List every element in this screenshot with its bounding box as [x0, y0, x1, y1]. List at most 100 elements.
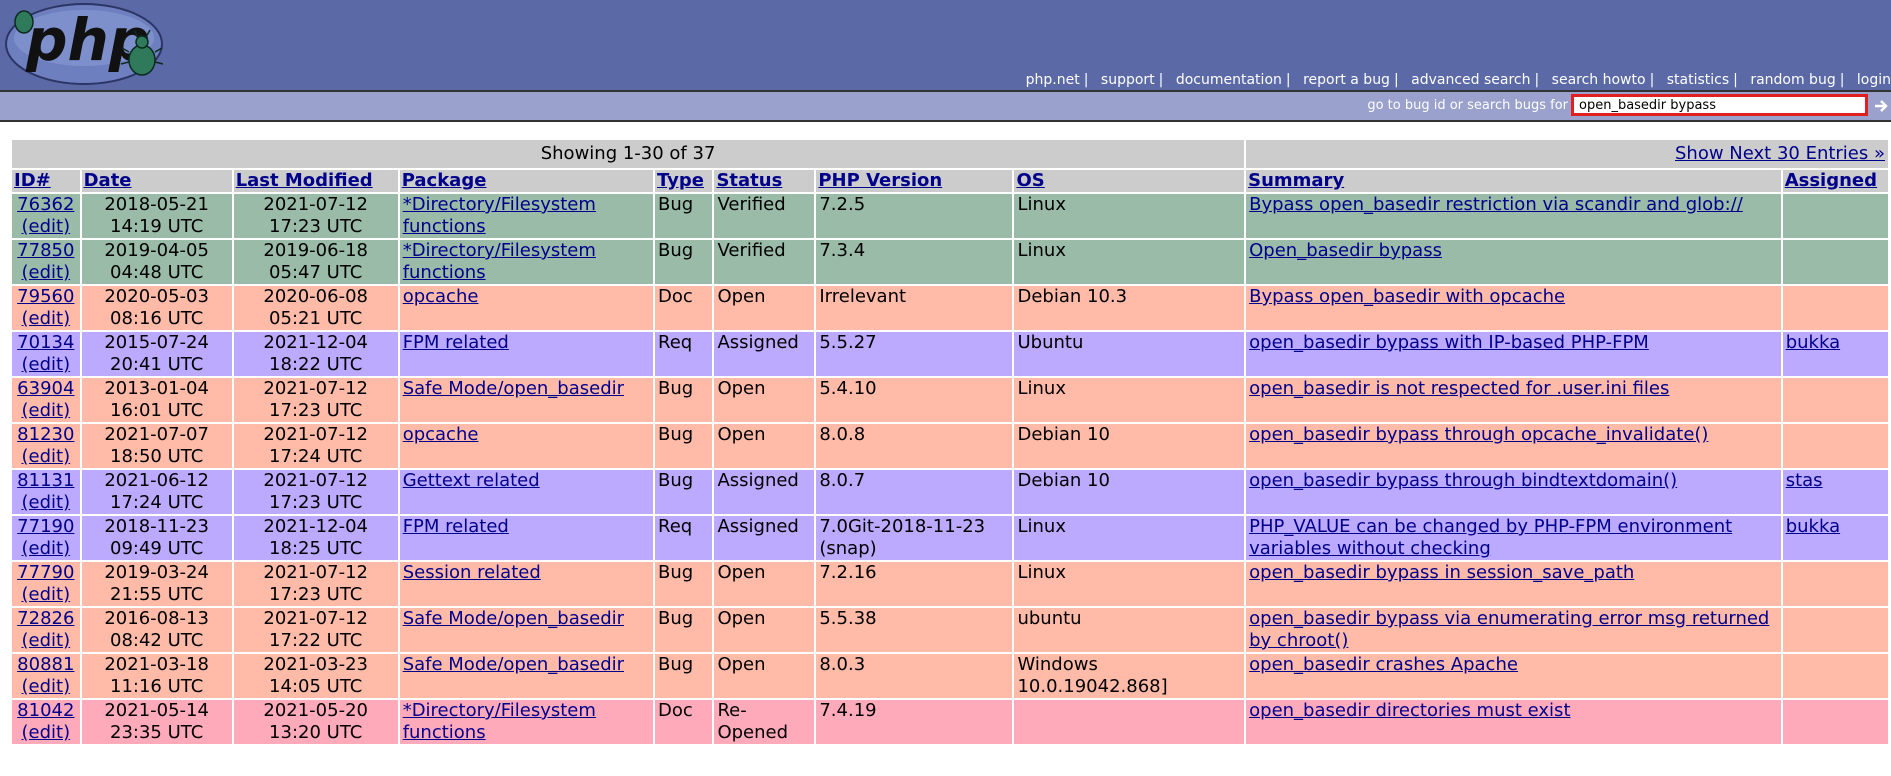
table-cell: Verified: [714, 194, 815, 238]
edit-link[interactable]: (edit): [22, 308, 71, 329]
last-modified-time-value: 05:47 UTC: [269, 262, 363, 283]
bug-id-link[interactable]: 81131: [17, 470, 74, 491]
package-link[interactable]: Safe Mode/open_basedir: [403, 378, 624, 399]
date-value: 2020-05-03: [104, 286, 209, 307]
table-cell: 2021-07-12 17:23 UTC: [233, 562, 398, 606]
bug-id-link[interactable]: 79560: [17, 286, 74, 307]
os-value: Debian 10: [1017, 424, 1110, 445]
edit-link[interactable]: (edit): [22, 538, 71, 559]
sort-php-version-link[interactable]: PHP Version: [818, 170, 942, 191]
nav-login[interactable]: login: [1857, 72, 1891, 88]
summary-link[interactable]: Open_basedir bypass: [1249, 240, 1442, 261]
date-time-value: 04:48 UTC: [110, 262, 204, 283]
sort-status-link[interactable]: Status: [716, 170, 782, 191]
nav-report-a-bug[interactable]: report a bug: [1303, 72, 1390, 88]
edit-link[interactable]: (edit): [22, 446, 71, 467]
edit-link[interactable]: (edit): [22, 676, 71, 697]
summary-link[interactable]: open_basedir bypass through bindtextdoma…: [1249, 470, 1677, 491]
edit-link[interactable]: (edit): [22, 492, 71, 513]
bug-id-link[interactable]: 77790: [17, 562, 74, 583]
bug-id-link[interactable]: 81042: [17, 700, 74, 721]
assigned-link[interactable]: bukka: [1786, 332, 1840, 353]
sort-summary-link[interactable]: Summary: [1248, 170, 1344, 191]
table-cell: 2021-07-12 17:22 UTC: [233, 608, 398, 652]
nav-separator: |: [1534, 72, 1540, 88]
edit-link[interactable]: (edit): [22, 262, 71, 283]
package-link[interactable]: *Directory/Filesystem functions: [403, 240, 596, 283]
package-link[interactable]: *Directory/Filesystem functions: [403, 194, 596, 237]
type-value: Bug: [658, 562, 694, 583]
search-input[interactable]: [1571, 94, 1868, 116]
sort-last-modified-link[interactable]: Last Modified: [236, 170, 373, 191]
nav-php-net[interactable]: php.net: [1026, 72, 1080, 88]
last-modified-value: 2021-12-04: [263, 516, 368, 537]
sort-assigned-link[interactable]: Assigned: [1785, 170, 1877, 191]
last-modified-time-value: 17:24 UTC: [269, 446, 363, 467]
last-modified-value: 2021-07-12: [263, 562, 368, 583]
date-time-value: 14:19 UTC: [110, 216, 204, 237]
table-cell: 2021-06-12 17:24 UTC: [81, 470, 232, 514]
nav-search-howto[interactable]: search howto: [1552, 72, 1646, 88]
assigned-link[interactable]: bukka: [1786, 516, 1840, 537]
summary-link[interactable]: open_basedir bypass via enumerating erro…: [1249, 608, 1769, 651]
package-link[interactable]: FPM related: [403, 516, 509, 537]
bug-id-link[interactable]: 70134: [17, 332, 74, 353]
bug-id-link[interactable]: 76362: [17, 194, 74, 215]
sort-os-link[interactable]: OS: [1016, 170, 1044, 191]
status-value: Verified: [717, 240, 786, 261]
nav-statistics[interactable]: statistics: [1667, 72, 1729, 88]
edit-link[interactable]: (edit): [22, 216, 71, 237]
sort-date-link[interactable]: Date: [84, 170, 132, 191]
nav-support[interactable]: support: [1101, 72, 1155, 88]
package-link[interactable]: opcache: [403, 424, 479, 445]
edit-link[interactable]: (edit): [22, 584, 71, 605]
summary-link[interactable]: Bypass open_basedir with opcache: [1249, 286, 1565, 307]
sort-package-link[interactable]: Package: [402, 170, 487, 191]
edit-link[interactable]: (edit): [22, 400, 71, 421]
nav-random-bug[interactable]: random bug: [1750, 72, 1835, 88]
assigned-link[interactable]: stas: [1786, 470, 1823, 491]
summary-link[interactable]: open_basedir bypass with IP-based PHP-FP…: [1249, 332, 1649, 353]
summary-link[interactable]: Bypass open_basedir restriction via scan…: [1249, 194, 1743, 215]
edit-link[interactable]: (edit): [22, 630, 71, 651]
table-cell: stas: [1782, 470, 1888, 514]
edit-link[interactable]: (edit): [22, 722, 71, 743]
table-row: 63904 (edit) 2013-01-04 16:01 UTC 2021-07-12…: [12, 378, 1888, 422]
summary-link[interactable]: PHP_VALUE can be changed by PHP-FPM envi…: [1249, 516, 1732, 559]
summary-link[interactable]: open_basedir is not respected for .user.…: [1249, 378, 1669, 399]
summary-link[interactable]: open_basedir bypass through opcache_inva…: [1249, 424, 1708, 445]
table-cell: Open: [714, 424, 815, 468]
summary-link[interactable]: open_basedir bypass in session_save_path: [1249, 562, 1634, 583]
table-cell: Bug: [655, 562, 713, 606]
sort-type-link[interactable]: Type: [657, 170, 704, 191]
php-bug-logo[interactable]: php: [4, 0, 166, 86]
arrow-right-icon[interactable]: [1873, 97, 1891, 115]
bug-id-link[interactable]: 77850: [17, 240, 74, 261]
status-value: Open: [717, 286, 766, 307]
nav-documentation[interactable]: documentation: [1176, 72, 1282, 88]
nav-separator: |: [1285, 72, 1291, 88]
sort-id-link[interactable]: ID#: [14, 170, 51, 191]
bug-id-link[interactable]: 77190: [17, 516, 74, 537]
package-link[interactable]: Safe Mode/open_basedir: [403, 654, 624, 675]
bug-id-link[interactable]: 80881: [17, 654, 74, 675]
next-entries-link[interactable]: Show Next 30 Entries »: [1675, 143, 1885, 164]
package-link[interactable]: *Directory/Filesystem functions: [403, 700, 596, 743]
summary-link[interactable]: open_basedir directories must exist: [1249, 700, 1570, 721]
package-link[interactable]: Safe Mode/open_basedir: [403, 608, 624, 629]
table-cell: 2016-08-13 08:42 UTC: [81, 608, 232, 652]
edit-link[interactable]: (edit): [22, 354, 71, 375]
table-row: 81230 (edit) 2021-07-07 18:50 UTC 2021-07-12…: [12, 424, 1888, 468]
summary-link[interactable]: open_basedir crashes Apache: [1249, 654, 1518, 675]
table-cell: 81131 (edit): [12, 470, 80, 514]
package-link[interactable]: opcache: [403, 286, 479, 307]
package-link[interactable]: Gettext related: [403, 470, 540, 491]
bug-id-link[interactable]: 63904: [17, 378, 74, 399]
package-link[interactable]: FPM related: [403, 332, 509, 353]
table-cell: 2021-12-04 18:25 UTC: [233, 516, 398, 560]
bug-id-link[interactable]: 72826: [17, 608, 74, 629]
package-link[interactable]: Session related: [403, 562, 541, 583]
nav-advanced-search[interactable]: advanced search: [1411, 72, 1530, 88]
last-modified-time-value: 05:21 UTC: [269, 308, 363, 329]
bug-id-link[interactable]: 81230: [17, 424, 74, 445]
